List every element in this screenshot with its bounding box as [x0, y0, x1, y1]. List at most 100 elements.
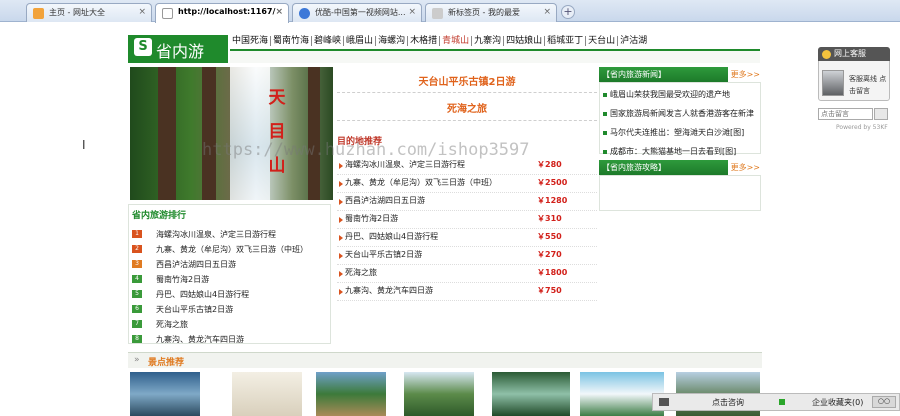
double-chevron-icon: » — [134, 355, 140, 365]
item-name: 海螺沟冰川温泉、泸定三日游行程 — [345, 160, 465, 169]
rank-number: 4 — [132, 275, 142, 283]
rank-number: 7 — [132, 320, 142, 328]
list-item[interactable]: 死海之旅 ￥1800 — [337, 265, 597, 283]
nav-link[interactable]: 木格措 — [408, 36, 441, 46]
tab-title: 主页 - 网址大全 — [49, 8, 105, 17]
list-item[interactable]: 九寨、黄龙（牟尼沟）双飞三日游（中班） ￥2500 — [337, 175, 597, 193]
youku-icon — [299, 8, 310, 19]
close-icon[interactable]: × — [543, 7, 551, 17]
message-input[interactable] — [818, 108, 873, 120]
item-name: 天台山平乐古镇2日游 — [345, 250, 423, 259]
rank-name: 海螺沟冰川温泉、泸定三日游行程 — [156, 230, 276, 239]
list-item[interactable]: 天台山平乐古镇2日游 ￥270 — [337, 247, 597, 265]
hero-image[interactable]: 天 目 山 — [130, 67, 333, 200]
nav-link[interactable]: 稻城亚丁 — [545, 36, 587, 46]
item-price: ￥310 — [537, 214, 562, 223]
tab-title: 优酷-中国第一视频网站... — [315, 8, 406, 17]
news-heading-text: 【省内旅游新闻】 — [602, 70, 666, 79]
text-cursor-icon: I — [82, 138, 86, 152]
rank-name: 西昌泸沽湖四日五日游 — [156, 260, 236, 269]
site-logo[interactable]: S 省内游 — [128, 35, 228, 63]
tab-youku[interactable]: 优酷-中国第一视频网站... × — [292, 3, 422, 22]
close-icon[interactable]: × — [138, 7, 146, 17]
nav-link[interactable]: 天台山 — [586, 36, 619, 46]
tab-localhost[interactable]: http://localhost:1167/ × — [155, 3, 289, 23]
news-more-link[interactable]: 更多>> — [727, 67, 763, 82]
item-name: 九寨、黄龙（牟尼沟）双飞三日游（中班） — [345, 178, 497, 187]
news-item[interactable]: 峨眉山荣获我国最受欢迎的遗产地 — [601, 87, 761, 106]
item-price: ￥750 — [537, 286, 562, 295]
rank-number: 6 — [132, 305, 142, 313]
nav-link[interactable]: 四姑娘山 — [504, 36, 546, 46]
featured-trip-subtitle[interactable]: 死海之旅 — [337, 100, 597, 115]
featured-spots-bar — [128, 352, 762, 368]
ranking-item[interactable]: 1 海螺沟冰川温泉、泸定三日游行程 — [130, 228, 330, 243]
rank-number: 1 — [132, 230, 142, 238]
item-price: ￥1280 — [537, 196, 568, 205]
list-item[interactable]: 九寨沟、黄龙汽车四日游 ￥750 — [337, 283, 597, 301]
news-item[interactable]: 国家旅游局新闻发言人就香港游客在新津 — [601, 106, 761, 125]
ranking-item[interactable]: 6 天台山平乐古镇2日游 — [130, 303, 330, 318]
item-name: 九寨沟、黄龙汽车四日游 — [345, 286, 433, 295]
new-tab-button[interactable]: + — [561, 5, 575, 19]
close-icon[interactable]: × — [275, 7, 283, 17]
featured-trip-title[interactable]: 天台山平乐古镇2日游 — [337, 73, 597, 88]
list-item[interactable]: 丹巴、四姑娘山4日游行程 ￥550 — [337, 229, 597, 247]
rank-name: 丹巴、四姑娘山4日游行程 — [156, 290, 250, 299]
rank-name: 蜀南竹海2日游 — [156, 275, 210, 284]
item-price: ￥2500 — [537, 178, 568, 187]
avatar[interactable] — [822, 70, 844, 96]
nav-link[interactable]: 蜀南竹海 — [271, 36, 313, 46]
consult-button[interactable]: 点击咨询 — [712, 397, 744, 408]
nav-link[interactable]: 峨眉山 — [344, 36, 377, 46]
tab-title: 新标签页 - 我的最爱 — [448, 8, 520, 17]
nav-link[interactable]: 碧峰峡 — [312, 36, 345, 46]
nav-divider — [230, 49, 760, 63]
chat-icon — [659, 398, 669, 406]
ranking-item[interactable]: 5 丹巴、四姑娘山4日游行程 — [130, 288, 330, 303]
list-item[interactable]: 蜀南竹海2日游 ￥310 — [337, 211, 597, 229]
close-icon[interactable]: × — [408, 7, 416, 17]
rank-name: 九寨沟、黄龙汽车四日游 — [156, 335, 244, 344]
destinations-list: 海螺沟冰川温泉、泸定三日游行程 ￥280 九寨、黄龙（牟尼沟）双飞三日游（中班） ￥… — [337, 157, 597, 301]
page-icon — [162, 8, 173, 19]
news-heading: 【省内旅游新闻】 更多>> — [599, 67, 763, 82]
ranking-item[interactable]: 7 死海之旅 — [130, 318, 330, 333]
spot-thumbnail[interactable] — [316, 372, 386, 416]
item-name: 丹巴、四姑娘山4日游行程 — [345, 232, 439, 241]
nav-link[interactable]: 海螺沟 — [376, 36, 409, 46]
expand-button[interactable]: ○○ — [872, 396, 896, 408]
tab-home[interactable]: 主页 - 网址大全 × — [26, 3, 152, 22]
list-item[interactable]: 西昌泸沽湖四日五日游 ￥1280 — [337, 193, 597, 211]
tree-trunk — [158, 67, 176, 200]
hero-caption-char: 天 — [268, 88, 286, 108]
home-icon — [33, 8, 44, 19]
spot-thumbnail[interactable] — [492, 372, 570, 416]
ranking-item[interactable]: 8 九寨沟、黄龙汽车四日游 — [130, 333, 330, 348]
page-icon — [432, 8, 443, 19]
send-button[interactable] — [874, 108, 888, 120]
tab-title: http://localhost:1167/ — [178, 7, 276, 16]
destination-nav: 中国死海 蜀南竹海 碧峰峡 峨眉山 海螺沟 木格措 青城山 九寨沟 四姑娘山 稻城亚丁 天台山 泸沽湖 — [230, 33, 760, 47]
ranking-item[interactable]: 3 西昌泸沽湖四日五日游 — [130, 258, 330, 273]
nav-link[interactable]: 中国死海 — [230, 36, 272, 46]
guide-panel — [599, 175, 761, 211]
favorites-button[interactable]: 企业收藏夹(0) — [812, 397, 863, 408]
rank-number: 3 — [132, 260, 142, 268]
nav-link-active[interactable]: 青城山 — [440, 36, 473, 46]
ranking-item[interactable]: 4 蜀南竹海2日游 — [130, 273, 330, 288]
spot-thumbnail[interactable] — [404, 372, 474, 416]
tab-new[interactable]: 新标签页 - 我的最爱 × — [425, 3, 557, 22]
rank-name: 死海之旅 — [156, 320, 188, 329]
rank-number: 2 — [132, 245, 142, 253]
nav-link[interactable]: 九寨沟 — [472, 36, 505, 46]
guide-heading-text: 【省内旅游攻略】 — [602, 163, 666, 172]
guide-more-link[interactable]: 更多>> — [727, 160, 763, 175]
agent-status[interactable]: 客服离线 点击留言 — [849, 73, 891, 97]
item-name: 蜀南竹海2日游 — [345, 214, 399, 223]
spot-thumbnail[interactable] — [232, 372, 302, 416]
spot-thumbnail[interactable] — [130, 372, 200, 416]
ranking-item[interactable]: 2 九寨、黄龙（牟尼沟）双飞三日游（中班） — [130, 243, 330, 258]
rank-name: 天台山平乐古镇2日游 — [156, 305, 234, 314]
nav-link[interactable]: 泸沽湖 — [618, 36, 649, 46]
